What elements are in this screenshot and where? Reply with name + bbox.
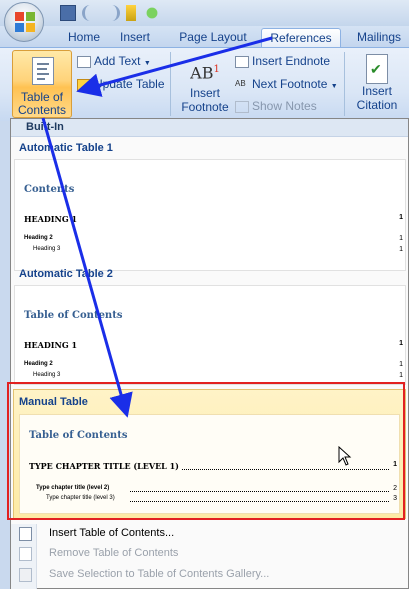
save-icon[interactable] xyxy=(60,5,76,21)
customize-toolbar-icon[interactable] xyxy=(142,5,162,21)
save-selection-label: Save Selection to Table of Contents Gall… xyxy=(49,568,270,580)
group-separator xyxy=(344,52,345,116)
dot-leader xyxy=(130,491,389,492)
insert-toc-label: Insert Table of Contents... xyxy=(49,527,175,539)
undo-icon[interactable] xyxy=(82,5,98,21)
insert-endnote-button[interactable]: Insert Endnote xyxy=(235,54,330,68)
table-of-contents-button[interactable]: Table of Contents ▼ xyxy=(12,50,72,129)
title-bar xyxy=(0,0,409,26)
insert-citation-button[interactable]: ✔ Insert Citation xyxy=(349,54,405,112)
preview-heading-2: Heading 2 xyxy=(24,235,53,241)
insert-citation-label-line2: Citation xyxy=(356,98,398,112)
preview-page-number: 2 xyxy=(393,485,397,492)
preview-level-2: Type chapter title (level 2) xyxy=(36,485,112,491)
chevron-down-icon: ▼ xyxy=(143,60,151,67)
next-footnote-button[interactable]: AB Next Footnote ▼ xyxy=(235,77,338,91)
preview-page-number: 1 xyxy=(399,372,403,379)
word-window: Home Insert Page Layout References Maili… xyxy=(0,0,409,589)
office-button[interactable] xyxy=(4,2,44,42)
office-logo-icon xyxy=(15,12,35,32)
preview-page-number: 1 xyxy=(399,235,403,242)
insert-endnote-icon xyxy=(235,55,249,68)
manual-table-title: Manual Table xyxy=(19,396,88,408)
table-of-contents-icon xyxy=(32,57,54,85)
preview-title: Contents xyxy=(24,184,75,195)
automatic-table-1-title: Automatic Table 1 xyxy=(19,142,113,154)
remove-toc-label: Remove Table of Contents xyxy=(49,547,179,559)
show-notes-button[interactable]: Show Notes xyxy=(235,99,317,113)
preview-heading-2: Heading 2 xyxy=(24,361,53,367)
dot-leader xyxy=(130,501,389,502)
quick-access-toolbar xyxy=(60,4,162,22)
document-icon xyxy=(19,527,32,541)
preview-heading-3: Heading 3 xyxy=(33,246,61,252)
preview-page-number: 1 xyxy=(399,214,403,221)
preview-heading-3: Heading 3 xyxy=(33,372,61,378)
tab-references[interactable]: References xyxy=(261,28,341,48)
preview-level-3: Type chapter title (level 3) xyxy=(46,495,117,501)
preview-page-number: 1 xyxy=(399,340,403,347)
preview-heading-1: HEADING 1 xyxy=(24,214,78,224)
preview-page-number: 3 xyxy=(393,495,397,502)
insert-footnote-label-line2: Footnote xyxy=(181,100,229,114)
automatic-table-2-title: Automatic Table 2 xyxy=(19,268,113,280)
add-text-button[interactable]: Add Text ▼ xyxy=(77,54,151,68)
preview-title: Table of Contents xyxy=(29,430,128,441)
tab-mailings[interactable]: Mailings xyxy=(350,28,408,48)
insert-footnote-button[interactable]: AB1 Insert Footnote xyxy=(177,56,233,114)
insert-citation-icon: ✔ xyxy=(366,54,388,84)
dot-leader xyxy=(170,469,389,470)
automatic-table-1-option[interactable]: Contents HEADING 1 1 Heading 2 1 Heading… xyxy=(14,159,406,271)
next-footnote-icon: AB xyxy=(235,78,246,88)
tab-home[interactable]: Home xyxy=(60,28,108,48)
insert-footnote-icon: AB1 xyxy=(190,63,220,83)
remove-document-icon xyxy=(19,547,32,561)
redo-icon[interactable] xyxy=(104,5,120,21)
preview-page-number: 1 xyxy=(393,461,397,468)
tab-page-layout[interactable]: Page Layout xyxy=(170,28,256,48)
update-table-icon xyxy=(77,78,91,91)
automatic-table-2-option[interactable]: Table of Contents HEADING 1 1 Heading 2 … xyxy=(14,285,406,385)
save-to-gallery-icon xyxy=(19,568,32,582)
preview-title: Table of Contents xyxy=(24,310,123,321)
insert-citation-label-line1: Insert xyxy=(361,84,392,98)
preview-level-1: TYPE CHAPTER TITLE (LEVEL 1) xyxy=(29,461,181,471)
update-table-button[interactable]: Update Table xyxy=(77,77,165,91)
group-separator xyxy=(170,52,171,116)
tab-insert[interactable]: Insert xyxy=(112,28,158,48)
insert-footnote-label-line1: Insert xyxy=(189,86,220,100)
preview-page-number: 1 xyxy=(399,246,403,253)
ribbon: Table of Contents ▼ Add Text ▼ Update Ta… xyxy=(0,47,409,129)
format-painter-icon[interactable] xyxy=(126,5,136,21)
preview-heading-1: HEADING 1 xyxy=(24,340,78,350)
add-text-icon xyxy=(77,55,91,68)
gallery-header: Built-In xyxy=(11,119,408,137)
ribbon-tabs: Home Insert Page Layout References Maili… xyxy=(0,26,409,48)
preview-page-number: 1 xyxy=(399,361,403,368)
mouse-cursor-icon xyxy=(338,446,352,466)
chevron-down-icon: ▼ xyxy=(330,83,338,90)
show-notes-icon xyxy=(235,100,249,113)
toc-gallery-dropdown: Built-In Automatic Table 1 Contents HEAD… xyxy=(10,118,409,589)
